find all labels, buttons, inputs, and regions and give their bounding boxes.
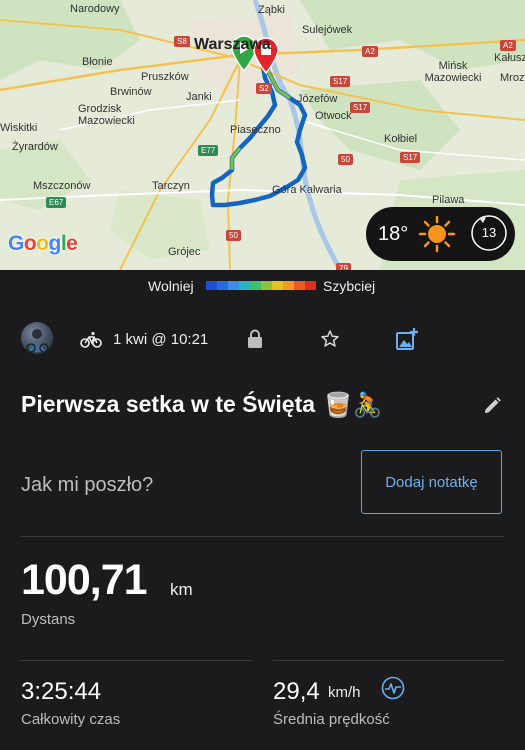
map-label: Wiskitki bbox=[0, 122, 38, 134]
map-label: Żyrardów bbox=[12, 141, 58, 153]
map-label: Pruszków bbox=[141, 71, 189, 83]
speed-color-swatch bbox=[305, 281, 316, 290]
map-label: Brwinów bbox=[110, 86, 152, 98]
star-icon[interactable] bbox=[320, 329, 340, 349]
avg-speed-value: 29,4 bbox=[273, 678, 320, 705]
title-emojis: 🥃🚴 bbox=[323, 392, 383, 419]
road-sign: A2 bbox=[500, 40, 516, 51]
map-label: Piaseczno bbox=[230, 124, 281, 136]
add-note-button[interactable]: Dodaj notatkę bbox=[361, 450, 502, 514]
road-sign: A2 bbox=[362, 46, 378, 57]
speed-color-swatch bbox=[217, 281, 228, 290]
divider bbox=[273, 660, 504, 661]
weather-widget: 18° 13 bbox=[366, 207, 515, 261]
route-map[interactable]: Warszawa Narodowy Ząbki Sulejówek Błonie… bbox=[0, 0, 525, 270]
sun-icon bbox=[418, 215, 456, 253]
total-time-value: 3:25:44 bbox=[21, 678, 102, 705]
map-label: Kołbiel bbox=[384, 133, 418, 145]
avg-speed-label: Średnia prędkość bbox=[273, 711, 390, 728]
map-label: Grójec bbox=[168, 246, 201, 258]
speed-color-swatch bbox=[228, 281, 239, 290]
road-sign: E67 bbox=[46, 197, 67, 208]
lock-icon[interactable] bbox=[246, 329, 264, 349]
divider bbox=[21, 536, 504, 537]
road-sign: 79 bbox=[336, 263, 351, 270]
map-label: Grodzisk Mazowiecki bbox=[78, 103, 135, 127]
speed-chart-icon[interactable] bbox=[381, 676, 405, 700]
map-label-city: Warszawa bbox=[194, 36, 271, 53]
total-time-label: Całkowity czas bbox=[21, 711, 121, 728]
wind-indicator: 13 bbox=[469, 213, 509, 253]
speed-color-swatch bbox=[283, 281, 294, 290]
road-sign: S17 bbox=[400, 152, 421, 163]
map-label: Mińsk Mazowiecki bbox=[424, 60, 482, 84]
map-label: Janki bbox=[186, 91, 212, 103]
add-photo-icon[interactable] bbox=[395, 327, 419, 351]
speed-color-swatch bbox=[206, 281, 217, 290]
activity-date: 1 kwi @ 10:21 bbox=[113, 331, 209, 348]
map-label: Sulejówek bbox=[302, 24, 353, 36]
map-label: Mrozy bbox=[500, 72, 525, 84]
wind-speed: 13 bbox=[481, 225, 497, 240]
avatar[interactable] bbox=[21, 322, 53, 354]
map-label: Narodowy bbox=[70, 3, 120, 15]
speed-gradient-bar bbox=[206, 281, 316, 290]
map-label: Błonie bbox=[82, 56, 113, 68]
map-label: Kałusz bbox=[494, 52, 525, 64]
legend-slow-label: Wolniej bbox=[148, 278, 194, 294]
speed-color-swatch bbox=[239, 281, 250, 290]
road-sign: S2 bbox=[256, 83, 272, 94]
road-sign: 50 bbox=[338, 154, 353, 165]
google-logo: Google bbox=[8, 232, 78, 255]
distance-unit: km bbox=[170, 580, 193, 599]
road-sign: S8 bbox=[174, 36, 190, 47]
map-label: Pilawa bbox=[432, 194, 465, 206]
bike-icon bbox=[80, 331, 102, 348]
activity-title[interactable]: Pierwsza setka w te Święta bbox=[21, 391, 315, 418]
map-label: Mszczonów bbox=[33, 180, 91, 192]
speed-color-swatch bbox=[294, 281, 305, 290]
speed-color-swatch bbox=[261, 281, 272, 290]
avatar-photo-icon bbox=[26, 329, 49, 353]
activity-meta-row: 1 kwi @ 10:21 bbox=[0, 318, 525, 362]
distance-label: Dystans bbox=[21, 611, 76, 628]
avg-speed-unit: km/h bbox=[328, 684, 361, 701]
road-sign: S17 bbox=[330, 76, 351, 87]
map-label: Józefów bbox=[297, 93, 338, 105]
note-prompt: Jak mi poszło? bbox=[21, 474, 154, 496]
speed-color-swatch bbox=[250, 281, 261, 290]
divider bbox=[21, 660, 251, 661]
legend-fast-label: Szybciej bbox=[323, 278, 376, 294]
map-label: Góra Kalwaria bbox=[272, 184, 342, 196]
road-sign: E77 bbox=[198, 145, 219, 156]
map-label: Otwock bbox=[315, 110, 352, 122]
map-label: Ząbki bbox=[258, 4, 285, 16]
temperature: 18° bbox=[378, 223, 409, 245]
road-sign: S17 bbox=[350, 102, 371, 113]
edit-icon[interactable] bbox=[482, 396, 502, 416]
road-sign: 50 bbox=[226, 230, 241, 241]
speed-color-swatch bbox=[272, 281, 283, 290]
map-label: Tarczyn bbox=[152, 180, 190, 192]
speed-legend: Wolniej Szybciej bbox=[0, 270, 525, 300]
distance-value: 100,71 bbox=[21, 556, 148, 604]
